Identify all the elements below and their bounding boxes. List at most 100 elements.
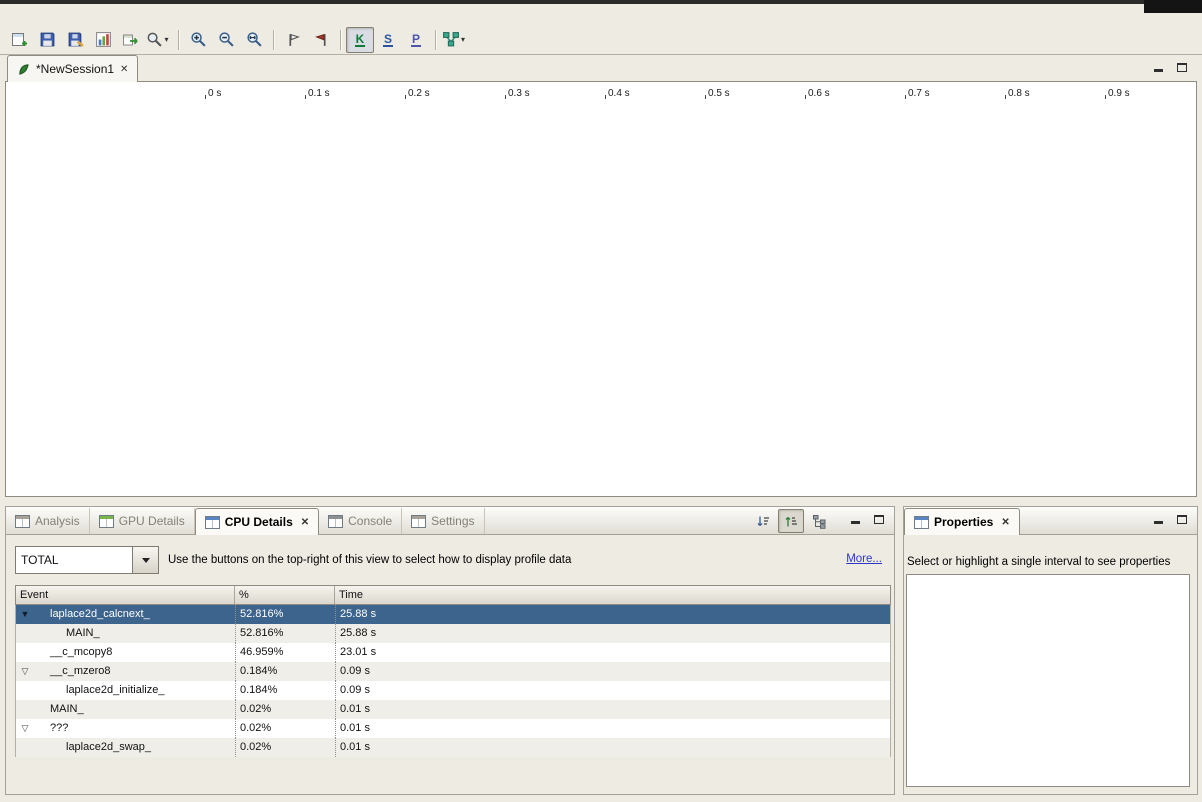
properties-hint-text: Select or highlight a single interval to… [907,556,1170,568]
table-row[interactable]: laplace2d_swap_ 0.02% 0.01 s [16,738,890,757]
view-tab-icon [328,515,343,528]
zoom-out-button[interactable] [212,27,240,53]
menu-item[interactable] [78,13,96,17]
call-tree-button[interactable] [806,509,832,533]
percent-cell: 0.02% [235,700,335,719]
column-header-time[interactable]: Time [335,586,890,604]
maximize-button[interactable] [872,513,886,526]
view-tab[interactable]: Console ✕ [319,508,402,534]
combobox-dropdown-button[interactable] [132,547,158,573]
tick-label: 0 s [208,88,221,99]
menu-item[interactable] [24,13,42,17]
table-row[interactable]: laplace2d_calcnext_ 52.816% 25.88 s [16,605,890,624]
close-icon[interactable]: ✕ [301,517,309,528]
zoom-in-icon [190,31,207,48]
sort-descending-icon [756,514,771,529]
flag-outline-icon [286,32,301,48]
floppy-disk-pencil-icon [67,31,84,48]
timeline-canvas[interactable] [205,99,1196,496]
profile-scope-combobox[interactable]: TOTAL [15,546,159,574]
main-toolbar: ▾ K S P ▾ [0,25,1202,55]
show-chart-button[interactable] [89,27,117,53]
time-cell: 0.01 s [335,700,890,719]
table-row[interactable]: MAIN_ 0.02% 0.01 s [16,700,890,719]
expander-icon[interactable] [19,719,31,738]
toolbar-separator [178,30,179,50]
table-row[interactable]: laplace2d_initialize_ 0.184% 0.09 s [16,681,890,700]
session-tab[interactable]: *NewSession1 ✕ [7,55,138,82]
timeline-area: 0 s 0.1 s 0.2 s 0.3 s 0.4 s 0.5 s [5,81,1197,497]
tick-label: 0.9 s [1108,88,1130,99]
more-link[interactable]: More... [846,553,882,565]
combobox-value: TOTAL [16,547,132,573]
event-name: MAIN_ [66,627,100,639]
process-mode-toggle[interactable]: P [402,27,430,53]
save-as-button[interactable] [61,27,89,53]
table-row[interactable]: MAIN_ 52.816% 25.88 s [16,624,890,643]
prev-marker-button[interactable] [307,27,335,53]
minimize-button[interactable] [1151,61,1165,74]
table-row[interactable]: ??? 0.02% 0.01 s [16,719,890,738]
event-name: ??? [50,722,68,734]
view-tab[interactable]: Analysis ✕ [6,508,90,534]
event-cell: MAIN_ [16,700,235,719]
event-cell: laplace2d_initialize_ [16,681,235,700]
percent-cell: 0.184% [235,662,335,681]
stream-mode-toggle[interactable]: S [374,27,402,53]
minimize-button[interactable] [848,513,862,526]
call-tree-icon [812,514,827,529]
zoom-in-button[interactable] [184,27,212,53]
analysis-button[interactable]: ▾ [441,27,469,53]
view-tab[interactable]: Settings ✕ [402,508,484,534]
tick-label: 0.3 s [508,88,530,99]
table-row[interactable]: __c_mcopy8 46.959% 23.01 s [16,643,890,662]
chevron-down-icon [142,558,150,567]
menu-bar [0,4,1202,25]
cpu-view-toolbar [750,509,832,533]
time-cell: 0.09 s [335,681,890,700]
magnifier-icon [146,31,163,48]
zoom-fit-button[interactable] [240,27,268,53]
properties-icon [914,516,929,529]
export-button[interactable] [117,27,145,53]
minimize-button[interactable] [1151,513,1165,526]
time-cell: 23.01 s [335,643,890,662]
search-button[interactable]: ▾ [145,27,173,53]
new-session-button[interactable] [5,27,33,53]
toolbar-separator [435,30,436,50]
expander-icon[interactable] [19,662,31,681]
sort-ascending-button[interactable] [778,509,804,533]
maximize-button[interactable] [1175,513,1189,526]
tick-label: 0.2 s [408,88,430,99]
session-leaf-icon [17,63,30,76]
event-name: laplace2d_swap_ [66,741,151,753]
table-row[interactable]: __c_mzero8 0.184% 0.09 s [16,662,890,681]
view-tab[interactable]: CPU Details ✕ [195,508,319,535]
sort-descending-button[interactable] [750,509,776,533]
menu-item[interactable] [60,13,78,17]
event-cell: laplace2d_swap_ [16,738,235,757]
kernel-mode-toggle[interactable]: K [346,27,374,53]
maximize-button[interactable] [1175,61,1189,74]
view-tab-label: Settings [431,514,474,528]
bottom-view-tab-bar: Analysis ✕ GPU Details ✕ CPU Details ✕ C… [6,507,894,535]
floppy-disk-icon [39,31,56,48]
menu-item[interactable] [42,13,60,17]
close-icon[interactable]: ✕ [1001,517,1009,528]
view-tab[interactable]: GPU Details ✕ [90,508,195,534]
percent-cell: 52.816% [235,624,335,643]
menu-item[interactable] [6,13,24,17]
expander-icon[interactable] [19,605,31,624]
event-cell: __c_mzero8 [16,662,235,681]
time-cell: 25.88 s [335,605,890,624]
view-tab-icon [99,515,114,528]
tab-properties[interactable]: Properties ✕ [904,508,1020,535]
save-button[interactable] [33,27,61,53]
column-header-percent[interactable]: % [235,586,335,604]
next-marker-button[interactable] [279,27,307,53]
time-cell: 0.01 s [335,719,890,738]
timeline-ruler[interactable]: 0 s 0.1 s 0.2 s 0.3 s 0.4 s 0.5 s [205,82,1196,100]
zoom-out-icon [218,31,235,48]
close-icon[interactable]: ✕ [120,64,128,75]
column-header-event[interactable]: Event [16,586,235,604]
